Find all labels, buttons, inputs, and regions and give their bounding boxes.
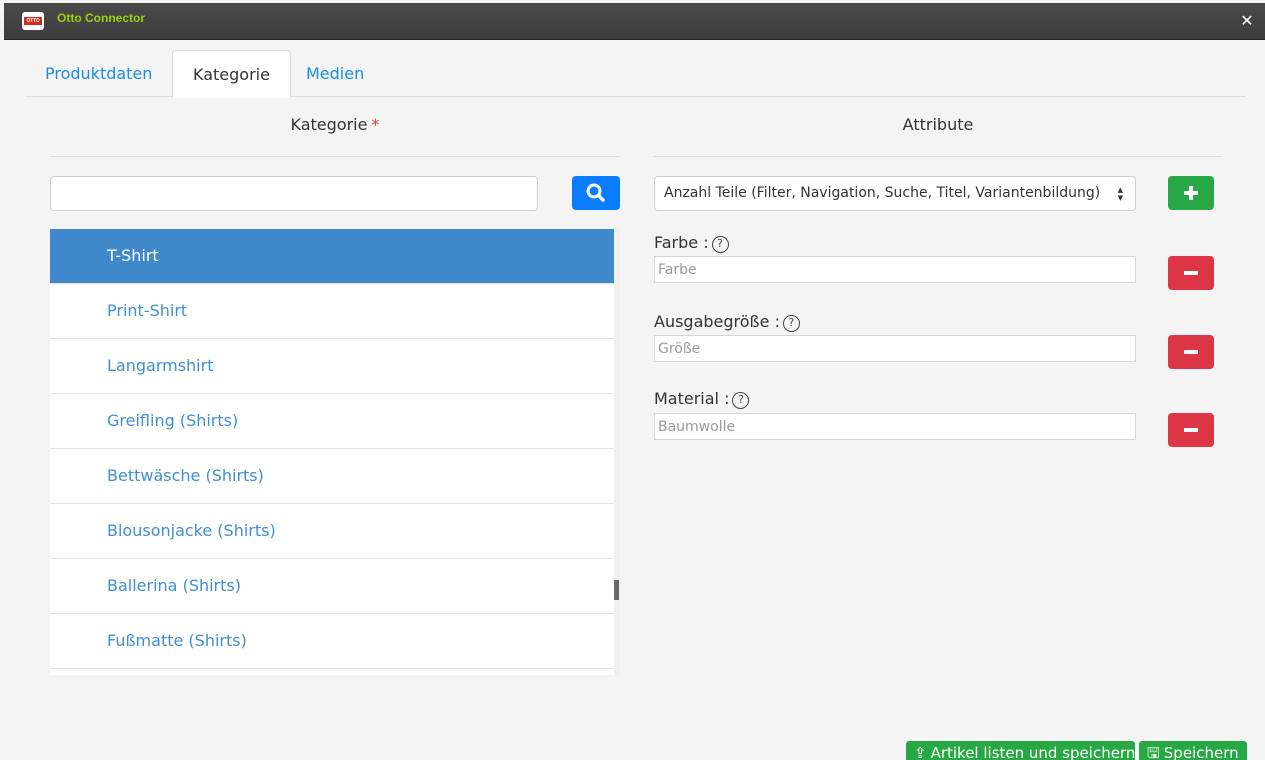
kategorie-divider bbox=[50, 156, 620, 157]
list-item[interactable]: Bettwäsche (Shirts) bbox=[50, 449, 614, 504]
otto-logo: OTTO bbox=[22, 12, 44, 30]
attribute-label-ausgabegroesse: Ausgabegröße :? bbox=[654, 312, 800, 332]
close-icon[interactable]: ✕ bbox=[1239, 13, 1255, 29]
tab-produktdaten[interactable]: Produktdaten bbox=[25, 50, 172, 97]
search-icon bbox=[586, 183, 605, 202]
tab-kategorie[interactable]: Kategorie bbox=[172, 50, 291, 98]
list-item[interactable]: Fußmatte (Shirts) bbox=[50, 614, 614, 669]
upload-icon: ⇪ bbox=[914, 744, 927, 760]
remove-material-button[interactable] bbox=[1168, 413, 1214, 447]
category-scrollbar[interactable] bbox=[614, 229, 620, 675]
minus-icon bbox=[1184, 428, 1198, 432]
save-button[interactable]: 🖫 Speichern bbox=[1139, 741, 1247, 760]
attribute-select[interactable]: Anzahl Teile (Filter, Navigation, Suche,… bbox=[654, 176, 1136, 211]
list-item[interactable]: Greifling (Shirts) bbox=[50, 394, 614, 449]
tab-bar: Produktdaten Kategorie Medien bbox=[25, 50, 1246, 98]
category-list: T-Shirt Print-Shirt Langarmshirt Greifli… bbox=[50, 229, 620, 675]
list-item[interactable]: Print-Shirt bbox=[50, 284, 614, 339]
help-icon[interactable]: ? bbox=[711, 236, 729, 253]
otto-connector-dialog: OTTO Otto Connector ✕ Produktdaten Kateg… bbox=[4, 3, 1265, 760]
list-and-save-button[interactable]: ⇪ Artikel listen und speichern bbox=[906, 741, 1135, 760]
help-icon[interactable]: ? bbox=[732, 392, 750, 409]
farbe-field[interactable] bbox=[654, 256, 1136, 283]
floppy-disk-icon: 🖫 bbox=[1147, 744, 1160, 760]
attribute-divider bbox=[654, 156, 1222, 157]
required-mark: * bbox=[371, 115, 380, 134]
list-item[interactable]: Ballerina (Shirts) bbox=[50, 559, 614, 614]
category-search-input[interactable] bbox=[50, 176, 538, 211]
material-field[interactable] bbox=[654, 413, 1136, 440]
list-item[interactable]: T-Shirt bbox=[50, 229, 614, 284]
select-updown-icon: ▲ ▼ bbox=[1117, 186, 1123, 202]
list-item[interactable]: Langarmshirt bbox=[50, 339, 614, 394]
window-title: Otto Connector bbox=[57, 11, 145, 25]
help-icon[interactable]: ? bbox=[782, 315, 800, 332]
attribute-label-farbe: Farbe :? bbox=[654, 233, 729, 253]
list-item[interactable]: Blousonjacke (Shirts) bbox=[50, 504, 614, 559]
plus-icon bbox=[1184, 186, 1198, 200]
kategorie-heading-label: Kategorie bbox=[290, 115, 368, 134]
category-scrollbar-thumb[interactable] bbox=[614, 580, 619, 600]
attribute-label-material: Material :? bbox=[654, 389, 750, 409]
minus-icon bbox=[1184, 271, 1198, 275]
tab-medien[interactable]: Medien bbox=[286, 50, 384, 97]
remove-groesse-button[interactable] bbox=[1168, 335, 1214, 369]
kategorie-heading: Kategorie * bbox=[50, 115, 620, 134]
attribute-heading: Attribute bbox=[902, 115, 974, 134]
groesse-field[interactable] bbox=[654, 335, 1136, 362]
add-attribute-button[interactable] bbox=[1168, 176, 1214, 210]
search-button[interactable] bbox=[572, 176, 620, 210]
minus-icon bbox=[1184, 350, 1198, 354]
attribute-select-value: Anzahl Teile (Filter, Navigation, Suche,… bbox=[664, 185, 1101, 201]
remove-farbe-button[interactable] bbox=[1168, 256, 1214, 290]
title-bar: OTTO Otto Connector ✕ bbox=[4, 3, 1265, 40]
